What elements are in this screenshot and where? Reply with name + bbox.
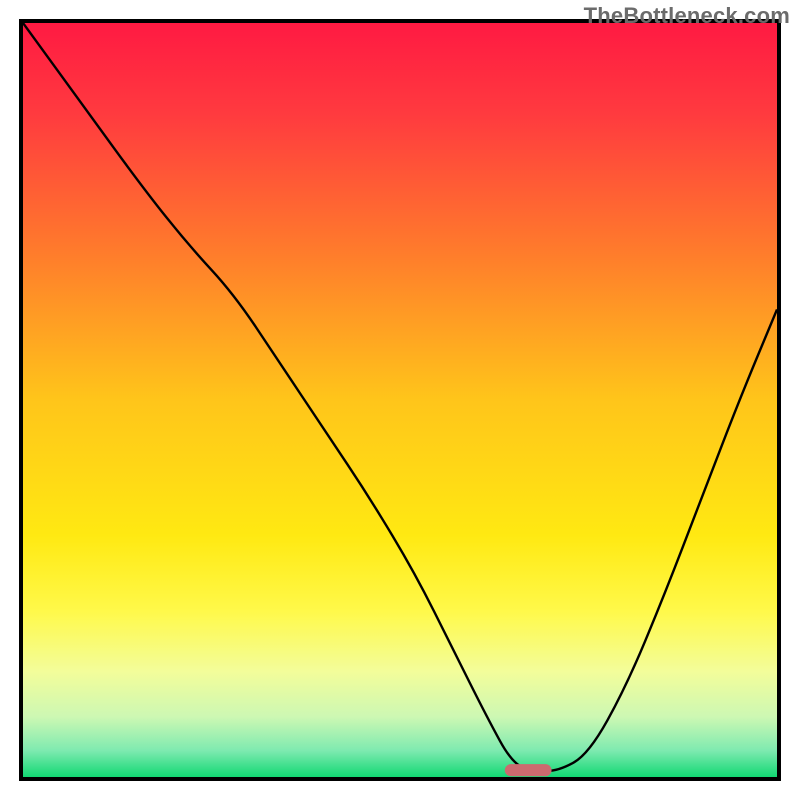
gradient-background xyxy=(23,23,777,777)
optimal-range-marker xyxy=(505,764,552,776)
chart-container: TheBottleneck.com xyxy=(0,0,800,800)
watermark-text: TheBottleneck.com xyxy=(584,3,790,29)
bottleneck-chart xyxy=(0,0,800,800)
